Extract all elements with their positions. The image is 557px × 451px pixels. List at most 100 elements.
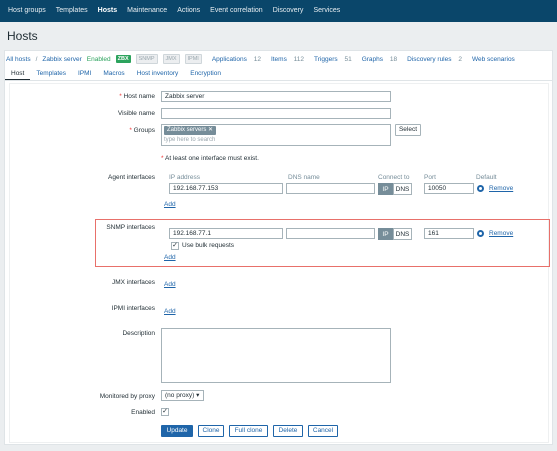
snmp-connect-dns[interactable]: DNS <box>393 228 412 240</box>
web-scenarios-link[interactable]: Web scenarios <box>472 56 515 63</box>
jmx-badge: JMX <box>162 54 180 64</box>
interface-requirement-note: * At least one interface must exist. <box>161 155 259 162</box>
agent-connect-toggle: IP DNS <box>378 183 412 195</box>
agent-add-link[interactable]: Add <box>164 201 176 208</box>
graphs-link[interactable]: Graphs <box>362 56 383 63</box>
graphs-link-group[interactable]: Graphs 18 <box>362 56 402 63</box>
snmp-port-field[interactable]: 161 <box>424 228 474 239</box>
groups-search-input[interactable]: type here to search <box>164 137 215 143</box>
visible-name-field[interactable] <box>161 108 391 119</box>
host-name-label-text: Host name <box>123 93 155 100</box>
col-ip-address: IP address <box>169 174 200 181</box>
discovery-rules-link[interactable]: Discovery rules <box>407 56 451 63</box>
snmp-connect-toggle: IP DNS <box>378 228 412 240</box>
nav-event-correlation[interactable]: Event correlation <box>205 0 268 22</box>
nav-actions[interactable]: Actions <box>172 0 205 22</box>
agent-interfaces-label: Agent interfaces <box>108 174 155 181</box>
col-dns-name: DNS name <box>288 174 320 181</box>
groups-label: * Groups <box>129 127 155 134</box>
tab-ipmi[interactable]: IPMI <box>72 68 97 80</box>
top-navigation: Host groups Templates Hosts Maintenance … <box>0 0 557 22</box>
bulk-requests-checkbox[interactable]: ✓ <box>171 242 179 250</box>
remove-tag-icon[interactable]: ✕ <box>208 127 213 133</box>
host-status: Enabled <box>86 55 111 63</box>
items-link-group[interactable]: Items 112 <box>271 56 309 63</box>
snmp-interfaces-label: SNMP interfaces <box>106 224 155 231</box>
agent-remove-link[interactable]: Remove <box>489 185 513 192</box>
select-groups-button[interactable]: Select <box>395 124 421 136</box>
agent-default-radio[interactable] <box>477 185 484 192</box>
nav-services[interactable]: Services <box>308 0 345 22</box>
col-port: Port <box>424 174 436 181</box>
ipmi-interfaces-label: IPMI interfaces <box>111 305 155 312</box>
graphs-count: 18 <box>389 55 398 63</box>
snmp-default-radio[interactable] <box>477 230 484 237</box>
items-link[interactable]: Items <box>271 56 287 63</box>
tab-host-inventory[interactable]: Host inventory <box>131 68 185 80</box>
description-textarea[interactable] <box>161 328 391 383</box>
discovery-count: 2 <box>458 55 462 63</box>
triggers-link[interactable]: Triggers <box>314 56 338 63</box>
col-default: Default <box>476 174 497 181</box>
items-count: 112 <box>293 55 305 63</box>
ipmi-add-link[interactable]: Add <box>164 308 176 315</box>
interface-note-text: At least one interface must exist. <box>164 155 259 162</box>
clone-button[interactable]: Clone <box>198 425 224 437</box>
agent-connect-dns[interactable]: DNS <box>393 183 412 195</box>
jmx-add-link[interactable]: Add <box>164 281 176 288</box>
cancel-button[interactable]: Cancel <box>308 425 338 437</box>
enabled-label: Enabled <box>131 409 155 416</box>
group-tag-label: Zabbix servers <box>167 127 207 133</box>
groups-label-text: Groups <box>133 127 155 134</box>
tab-macros[interactable]: Macros <box>97 68 130 80</box>
delete-button[interactable]: Delete <box>273 425 303 437</box>
host-navigation: All hosts / Zabbix server Enabled ZBX SNM… <box>6 53 520 65</box>
applications-link[interactable]: Applications <box>212 56 247 63</box>
nav-hosts[interactable]: Hosts <box>93 0 122 22</box>
update-button[interactable]: Update <box>161 425 193 437</box>
host-name-link[interactable]: Zabbix server <box>42 56 81 63</box>
page-title: Hosts <box>7 29 38 43</box>
snmp-badge: SNMP <box>135 54 158 64</box>
host-name-field[interactable]: Zabbix server <box>161 91 391 102</box>
chevron-down-icon: ▾ <box>196 392 200 399</box>
triggers-count: 51 <box>344 55 352 63</box>
applications-link-group[interactable]: Applications 12 <box>212 56 266 63</box>
snmp-add-link[interactable]: Add <box>164 254 176 261</box>
tab-encryption[interactable]: Encryption <box>184 68 227 80</box>
description-label: Description <box>122 330 155 337</box>
nav-maintenance[interactable]: Maintenance <box>122 0 172 22</box>
group-tag: Zabbix servers ✕ <box>164 126 217 135</box>
agent-port-field[interactable]: 10050 <box>424 183 474 194</box>
nav-templates[interactable]: Templates <box>51 0 93 22</box>
tab-host[interactable]: Host <box>5 68 31 80</box>
triggers-link-group[interactable]: Triggers 51 <box>314 56 357 63</box>
nav-host-groups[interactable]: Host groups <box>3 0 51 22</box>
availability-badges: ZBX SNMP JMX IPMI <box>115 54 207 64</box>
applications-count: 12 <box>253 55 261 63</box>
bulk-requests-label: Use bulk requests <box>182 242 235 249</box>
col-connect-to: Connect to <box>378 174 410 181</box>
snmp-connect-ip[interactable]: IP <box>378 228 393 240</box>
all-hosts-link[interactable]: All hosts <box>6 56 31 63</box>
visible-name-label: Visible name <box>117 110 155 117</box>
proxy-label: Monitored by proxy <box>99 393 155 400</box>
zbx-badge: ZBX <box>115 55 131 63</box>
agent-dns-field[interactable] <box>286 183 375 194</box>
proxy-select-value: (no proxy) <box>165 392 195 399</box>
jmx-interfaces-label: JMX interfaces <box>112 279 155 286</box>
discovery-link-group[interactable]: Discovery rules 2 <box>407 56 467 63</box>
tab-divider <box>5 80 552 81</box>
snmp-ip-field[interactable]: 192.168.77.1 <box>169 228 283 239</box>
snmp-dns-field[interactable] <box>286 228 375 239</box>
form-tabs: Host Templates IPMI Macros Host inventor… <box>5 68 227 80</box>
agent-connect-ip[interactable]: IP <box>378 183 393 195</box>
tab-templates[interactable]: Templates <box>30 68 72 80</box>
enabled-checkbox[interactable]: ✓ <box>161 408 169 416</box>
nav-discovery[interactable]: Discovery <box>268 0 309 22</box>
snmp-remove-link[interactable]: Remove <box>489 230 513 237</box>
agent-ip-field[interactable]: 192.168.77.153 <box>169 183 283 194</box>
proxy-select[interactable]: (no proxy) ▾ <box>161 390 204 401</box>
full-clone-button[interactable]: Full clone <box>229 425 268 437</box>
host-name-label: * Host name <box>119 93 155 100</box>
